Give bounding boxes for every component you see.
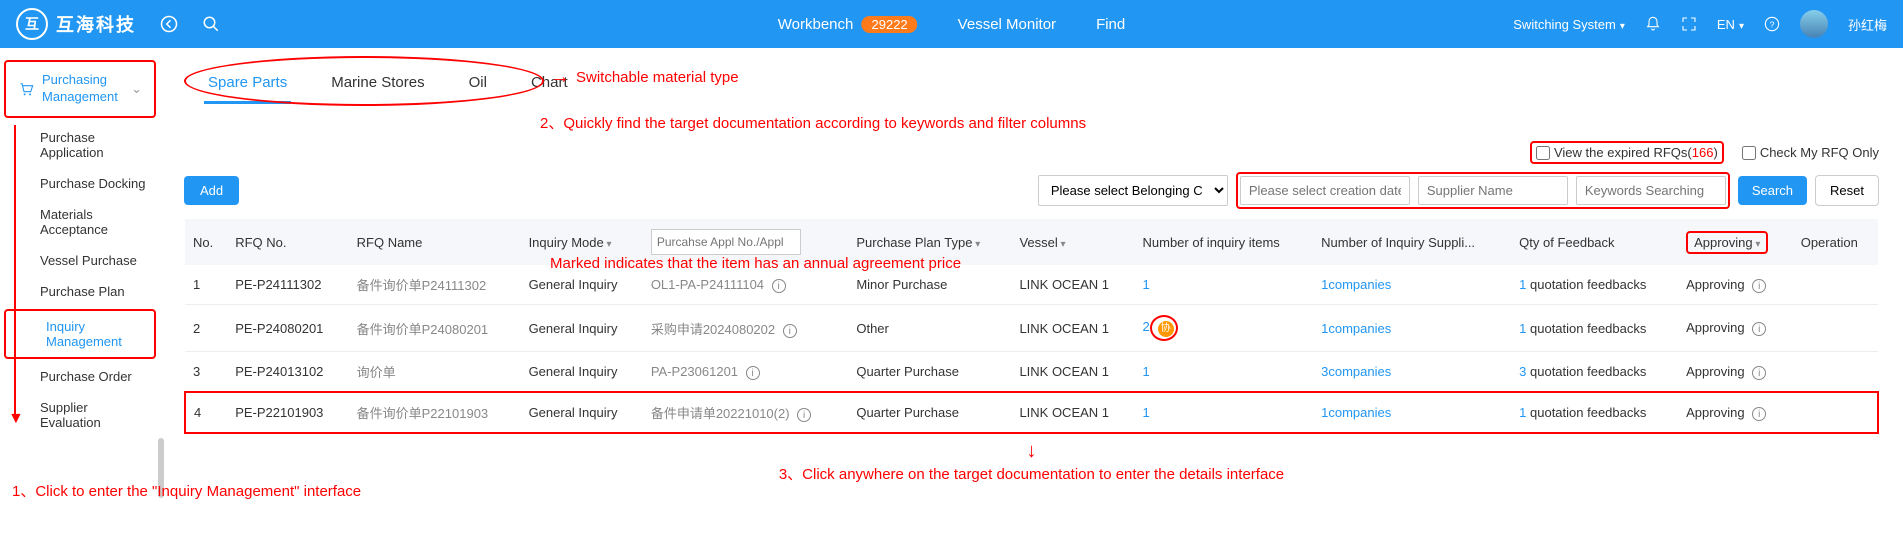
sidebar: Purchasing Management ⌄ Purchase Applica… bbox=[0, 48, 160, 492]
avatar[interactable] bbox=[1800, 10, 1828, 38]
sidebar-item[interactable]: Inquiry Management bbox=[4, 309, 156, 359]
svg-text:?: ? bbox=[1770, 20, 1775, 30]
items-link[interactable]: 1 bbox=[1143, 277, 1150, 292]
add-button[interactable]: Add bbox=[184, 176, 239, 205]
items-link[interactable]: 1 bbox=[1143, 364, 1150, 379]
creation-date-input[interactable] bbox=[1240, 176, 1410, 205]
switch-system[interactable]: Switching System bbox=[1513, 17, 1625, 32]
my-rfq-only-label: Check My RFQ Only bbox=[1760, 145, 1879, 160]
info-icon[interactable]: i bbox=[772, 279, 786, 293]
sidebar-item[interactable]: Purchase Docking bbox=[0, 168, 160, 199]
sidebar-item[interactable]: Supplier Evaluation bbox=[0, 392, 160, 438]
sidebar-item[interactable]: Materials Acceptance bbox=[0, 199, 160, 245]
chevron-down-icon: ⌄ bbox=[131, 81, 142, 97]
lang-select[interactable]: EN bbox=[1717, 17, 1744, 32]
bell-icon[interactable] bbox=[1645, 16, 1661, 33]
rfq-options-row: View the expired RFQs(166) Check My RFQ … bbox=[184, 141, 1879, 164]
col-no: No. bbox=[185, 219, 227, 265]
rfq-table: No. RFQ No. RFQ Name Inquiry Mode Purcha… bbox=[184, 219, 1879, 434]
nav-workbench-label: Workbench bbox=[778, 16, 854, 33]
sidebar-group-label: Purchasing Management bbox=[42, 72, 131, 106]
expired-rfq-checkbox[interactable] bbox=[1536, 146, 1550, 160]
main-content: Spare PartsMarine StoresOilChart → Switc… bbox=[160, 48, 1903, 492]
back-icon[interactable] bbox=[160, 15, 178, 33]
nav-workbench[interactable]: Workbench 29222 bbox=[778, 16, 918, 33]
belonging-select[interactable]: Please select Belonging C bbox=[1038, 175, 1228, 206]
material-tabs: Spare PartsMarine StoresOilChart bbox=[184, 56, 572, 105]
info-icon[interactable]: i bbox=[1752, 322, 1766, 336]
table-row[interactable]: 2PE-P24080201备件询价单P24080201General Inqui… bbox=[185, 305, 1878, 352]
items-link[interactable]: 2 bbox=[1143, 319, 1150, 334]
my-rfq-only-wrap[interactable]: Check My RFQ Only bbox=[1742, 145, 1879, 160]
expired-label: View the expired RFQs bbox=[1554, 145, 1687, 160]
approving-filter[interactable]: Approving bbox=[1686, 231, 1768, 254]
appl-filter-input[interactable] bbox=[651, 229, 801, 255]
sidebar-item[interactable]: Purchase Application bbox=[0, 122, 160, 168]
workbench-badge: 29222 bbox=[862, 16, 918, 33]
tab[interactable]: Marine Stores bbox=[327, 64, 428, 104]
filter-row: Add Please select Belonging C Search Res… bbox=[184, 172, 1879, 209]
info-icon[interactable]: i bbox=[1752, 279, 1766, 293]
col-approving[interactable]: Approving bbox=[1678, 219, 1793, 265]
col-rfq-no: RFQ No. bbox=[227, 219, 348, 265]
user-name: 孙红梅 bbox=[1848, 15, 1887, 34]
keywords-input[interactable] bbox=[1576, 176, 1726, 205]
col-vessel[interactable]: Vessel bbox=[1011, 219, 1134, 265]
annotation-sidebar: 1、Click to enter the "Inquiry Management… bbox=[12, 480, 361, 501]
suppliers-link[interactable]: 1companies bbox=[1321, 277, 1391, 292]
expired-count: 166 bbox=[1692, 145, 1714, 160]
table-header-row: No. RFQ No. RFQ Name Inquiry Mode Purcha… bbox=[185, 219, 1878, 265]
tab[interactable]: Oil bbox=[465, 64, 491, 104]
nav-find[interactable]: Find bbox=[1096, 16, 1125, 33]
fullscreen-icon[interactable] bbox=[1681, 16, 1697, 33]
arrow-right-icon: → bbox=[550, 66, 570, 89]
col-qty-feedback: Qty of Feedback bbox=[1511, 219, 1678, 265]
info-icon[interactable]: i bbox=[783, 324, 797, 338]
col-num-items: Number of inquiry items bbox=[1135, 219, 1314, 265]
supplier-name-input[interactable] bbox=[1418, 176, 1568, 205]
logo-text: 互海科技 bbox=[56, 11, 136, 37]
info-icon[interactable]: i bbox=[1752, 407, 1766, 421]
suppliers-link[interactable]: 1companies bbox=[1321, 321, 1391, 336]
info-icon[interactable]: i bbox=[746, 366, 760, 380]
reset-button[interactable]: Reset bbox=[1815, 175, 1879, 206]
logo-icon: 互 bbox=[16, 8, 48, 40]
annual-price-mark: 协 bbox=[1150, 315, 1178, 341]
app-header: 互 互海科技 Workbench 29222 Vessel Monitor Fi… bbox=[0, 0, 1903, 48]
arrow-down-icon: ↓ bbox=[184, 440, 1879, 463]
table-row[interactable]: 4PE-P22101903备件询价单P22101903General Inqui… bbox=[185, 392, 1878, 433]
suppliers-link[interactable]: 3companies bbox=[1321, 364, 1391, 379]
tab[interactable]: Spare Parts bbox=[204, 64, 291, 104]
help-icon[interactable]: ? bbox=[1764, 16, 1780, 33]
header-nav: Workbench 29222 Vessel Monitor Find bbox=[778, 16, 1126, 33]
suppliers-link[interactable]: 1companies bbox=[1321, 405, 1391, 420]
search-icon[interactable] bbox=[202, 15, 220, 33]
cart-icon bbox=[18, 81, 34, 98]
annotation-marked: Marked indicates that the item has an an… bbox=[550, 255, 961, 272]
col-num-suppliers: Number of Inquiry Suppli... bbox=[1313, 219, 1511, 265]
annotation-tabs: Switchable material type bbox=[576, 69, 739, 86]
logo[interactable]: 互 互海科技 bbox=[16, 8, 136, 40]
annotation-arrow-line bbox=[14, 125, 16, 415]
nav-vessel-monitor[interactable]: Vessel Monitor bbox=[958, 16, 1056, 33]
col-operation: Operation bbox=[1793, 219, 1878, 265]
sidebar-item[interactable]: Purchase Plan bbox=[0, 276, 160, 307]
sidebar-item[interactable]: Purchase Order bbox=[0, 361, 160, 392]
header-right: Switching System EN ? 孙红梅 bbox=[1513, 10, 1887, 38]
sidebar-group-purchasing[interactable]: Purchasing Management ⌄ bbox=[4, 60, 156, 118]
search-button[interactable]: Search bbox=[1738, 176, 1807, 205]
info-icon[interactable]: i bbox=[797, 408, 811, 422]
annotation-row: 3、Click anywhere on the target documenta… bbox=[779, 466, 1284, 483]
arrow-down-icon: ▼ bbox=[8, 410, 24, 428]
sidebar-item[interactable]: Vessel Purchase bbox=[0, 245, 160, 276]
col-rfq-name: RFQ Name bbox=[349, 219, 521, 265]
info-icon[interactable]: i bbox=[1752, 366, 1766, 380]
expired-rfq-checkbox-wrap[interactable]: View the expired RFQs(166) bbox=[1530, 141, 1724, 164]
table-row[interactable]: 3PE-P24013102询价单General InquiryPA-P23061… bbox=[185, 352, 1878, 393]
table-row[interactable]: 1PE-P24111302备件询价单P24111302General Inqui… bbox=[185, 265, 1878, 305]
annotation-filters: 2、Quickly find the target documentation … bbox=[540, 112, 1086, 133]
my-rfq-only-checkbox[interactable] bbox=[1742, 146, 1756, 160]
items-link[interactable]: 1 bbox=[1143, 405, 1150, 420]
